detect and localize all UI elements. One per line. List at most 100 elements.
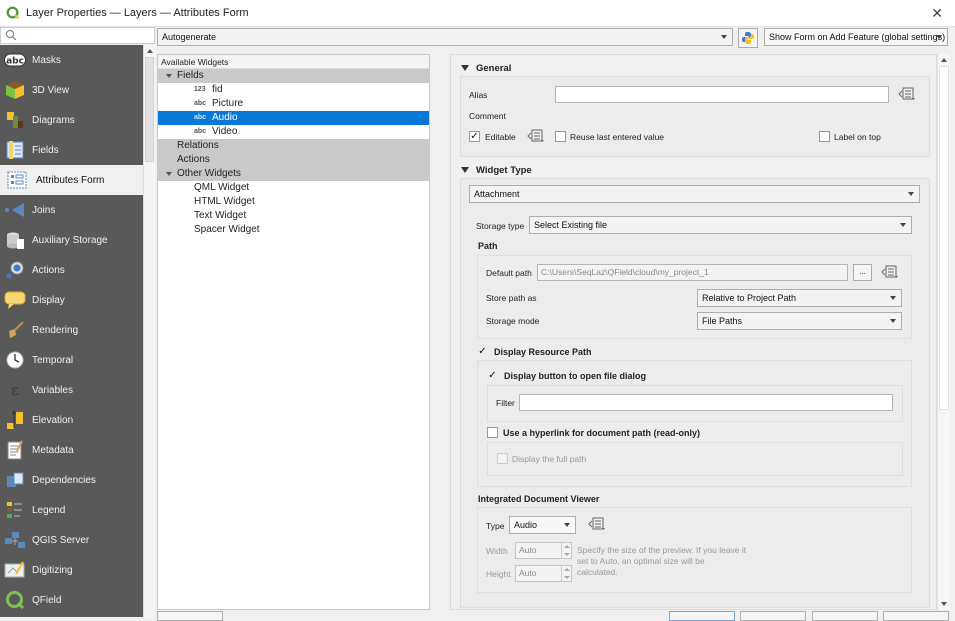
- data-defined-override-icon[interactable]: [881, 265, 899, 279]
- sidebar-item-label: Attributes Form: [36, 174, 105, 186]
- chevron-down-icon: [890, 296, 896, 300]
- search-input[interactable]: [19, 28, 151, 43]
- sidebar-item-auxiliary-storage[interactable]: Auxiliary Storage: [0, 225, 143, 255]
- sidebar-item-temporal[interactable]: Temporal: [0, 345, 143, 375]
- width-spinbox[interactable]: Auto: [515, 542, 572, 559]
- scrollbar-thumb[interactable]: [939, 66, 949, 410]
- editable-checkbox[interactable]: ✓: [469, 131, 480, 142]
- sidebar-item-legend[interactable]: Legend: [0, 495, 143, 525]
- sidebar-item-qgis-server[interactable]: QGIS Server: [0, 525, 143, 555]
- storage-mode-select[interactable]: File Paths: [697, 312, 902, 330]
- scroll-down-icon[interactable]: [941, 602, 947, 606]
- scrollbar-thumb[interactable]: [145, 57, 154, 162]
- display-button-checkbox[interactable]: ✓: [487, 370, 498, 381]
- reuse-last-value-checkbox[interactable]: [555, 131, 566, 142]
- sidebar-item-variables[interactable]: ε Variables: [0, 375, 143, 405]
- widget-name: Spacer Widget: [194, 224, 260, 235]
- sidebar-item-actions[interactable]: Actions: [0, 255, 143, 285]
- sidebar-item-label: Variables: [32, 384, 73, 396]
- spin-arrows-icon[interactable]: [561, 566, 571, 581]
- label-on-top-checkbox[interactable]: [819, 131, 830, 142]
- data-defined-override-icon[interactable]: [527, 129, 545, 143]
- cancel-button[interactable]: [740, 611, 806, 621]
- full-path-checkbox[interactable]: [497, 453, 508, 464]
- svg-text:abc: abc: [6, 57, 24, 67]
- diagrams-icon: [4, 109, 26, 131]
- data-defined-override-icon[interactable]: [588, 517, 606, 531]
- height-spinbox[interactable]: Auto: [515, 565, 572, 582]
- filter-input[interactable]: [519, 394, 893, 411]
- tree-field-audio[interactable]: abc Audio: [158, 111, 429, 125]
- sidebar-item-fields[interactable]: Fields: [0, 135, 143, 165]
- sidebar-search[interactable]: [0, 27, 155, 44]
- close-icon[interactable]: ✕: [931, 5, 943, 22]
- spin-arrows-icon[interactable]: [561, 543, 571, 558]
- tree-group-label: Other Widgets: [177, 168, 241, 179]
- viewer-type-select[interactable]: Audio: [509, 516, 576, 534]
- path-section-title: Path: [478, 241, 498, 251]
- tree-group-relations[interactable]: Relations: [158, 139, 429, 153]
- available-widgets-tree[interactable]: Available Widgets Fields 123 fid abc Pic…: [157, 54, 430, 610]
- tree-group-label: Fields: [177, 70, 204, 81]
- storage-type-value: Select Existing file: [534, 220, 608, 230]
- widget-type-section-header[interactable]: Widget Type: [461, 165, 532, 176]
- bottom-button[interactable]: [157, 611, 223, 621]
- tree-field-picture[interactable]: abc Picture: [158, 97, 429, 111]
- sidebar-item-qfield[interactable]: QField: [0, 585, 143, 615]
- help-button[interactable]: [883, 611, 949, 621]
- chevron-down-icon: [900, 223, 906, 227]
- sidebar-item-metadata[interactable]: Metadata: [0, 435, 143, 465]
- store-path-select[interactable]: Relative to Project Path: [697, 289, 902, 307]
- storage-type-label: Storage type: [476, 221, 525, 231]
- sidebar-item-diagrams[interactable]: Diagrams: [0, 105, 143, 135]
- display-resource-path-checkbox[interactable]: ✓: [477, 346, 488, 357]
- field-name: fid: [212, 84, 223, 95]
- layout-mode-select[interactable]: Autogenerate: [157, 28, 733, 46]
- viewer-type-value: Audio: [514, 520, 538, 530]
- sidebar-item-rendering[interactable]: Rendering: [0, 315, 143, 345]
- scroll-up-icon[interactable]: [147, 49, 153, 53]
- tree-group-actions[interactable]: Actions: [158, 153, 429, 167]
- sidebar-item-masks[interactable]: abc Masks: [0, 45, 143, 75]
- python-init-button[interactable]: [738, 28, 758, 48]
- sidebar-item-attributes-form[interactable]: Attributes Form: [0, 165, 143, 195]
- apply-button[interactable]: [812, 611, 878, 621]
- filter-label: Filter: [496, 398, 515, 408]
- default-path-label: Default path: [486, 268, 532, 278]
- tree-field-video[interactable]: abc Video: [158, 125, 429, 139]
- sidebar-item-digitizing[interactable]: Digitizing: [0, 555, 143, 585]
- sidebar-item-joins[interactable]: Joins: [0, 195, 143, 225]
- tree-group-fields[interactable]: Fields: [158, 69, 429, 83]
- tree-widget-text[interactable]: Text Widget: [158, 209, 429, 223]
- config-scrollbar[interactable]: [937, 54, 950, 610]
- browse-default-path-button[interactable]: ...: [853, 264, 872, 281]
- sidebar-item-display[interactable]: Display: [0, 285, 143, 315]
- window-title: Layer Properties — Layers — Attributes F…: [26, 7, 249, 19]
- tree-widget-qml[interactable]: QML Widget: [158, 181, 429, 195]
- document-viewer-title: Integrated Document Viewer: [478, 494, 600, 504]
- sidebar-item-dependencies[interactable]: Dependencies: [0, 465, 143, 495]
- collapse-arrow-icon: [461, 65, 469, 72]
- tree-group-other-widgets[interactable]: Other Widgets: [158, 167, 429, 181]
- widget-type-select[interactable]: Attachment: [469, 185, 920, 203]
- ok-button[interactable]: [669, 611, 735, 621]
- default-path-input[interactable]: C:\Users\SeqLaz\QField\cloud\my_project_…: [537, 264, 848, 281]
- sidebar-scrollbar[interactable]: [143, 45, 155, 617]
- widget-type-value: Attachment: [474, 189, 520, 199]
- tree-widget-html[interactable]: HTML Widget: [158, 195, 429, 209]
- data-defined-override-icon[interactable]: [898, 87, 916, 101]
- alias-label: Alias: [469, 90, 488, 100]
- storage-type-select[interactable]: Select Existing file: [529, 216, 912, 234]
- expand-arrow-icon[interactable]: [166, 172, 172, 176]
- suppress-form-select[interactable]: Show Form on Add Feature (global setting…: [764, 28, 948, 46]
- expand-arrow-icon[interactable]: [166, 74, 172, 78]
- alias-input[interactable]: [555, 86, 889, 103]
- sidebar-item-3d-view[interactable]: 3D View: [0, 75, 143, 105]
- scroll-up-icon[interactable]: [941, 58, 947, 62]
- general-section-header[interactable]: General: [461, 63, 511, 74]
- sidebar-item-elevation[interactable]: Elevation: [0, 405, 143, 435]
- tree-field-fid[interactable]: 123 fid: [158, 83, 429, 97]
- reuse-last-value-label: Reuse last entered value: [570, 132, 665, 142]
- hyperlink-checkbox[interactable]: [487, 427, 498, 438]
- tree-widget-spacer[interactable]: Spacer Widget: [158, 223, 429, 237]
